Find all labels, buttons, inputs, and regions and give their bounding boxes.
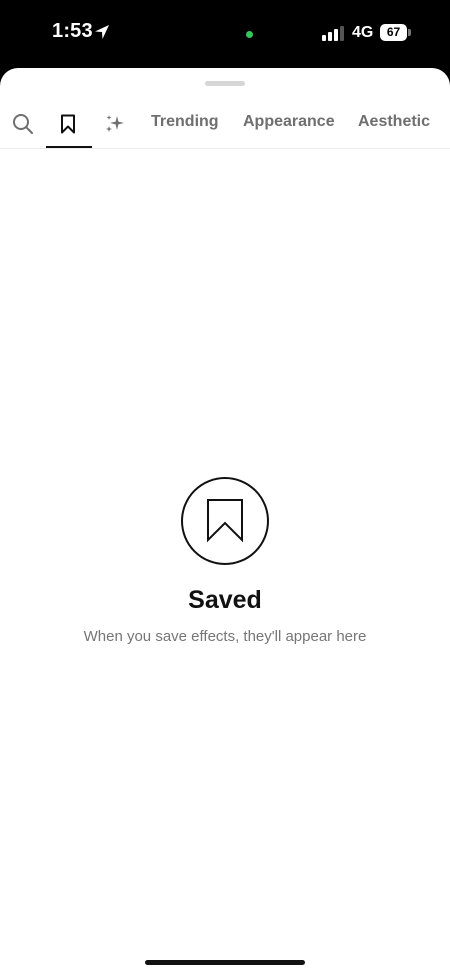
- sheet-grabber-handle[interactable]: [205, 81, 245, 86]
- network-type: 4G: [352, 24, 374, 41]
- bookmark-icon[interactable]: [56, 112, 80, 136]
- tab-aesthetic[interactable]: Aesthetic: [358, 113, 430, 131]
- battery-level: 67: [380, 24, 407, 41]
- location-arrow-icon: [95, 25, 109, 39]
- tab-trending[interactable]: Trending: [151, 113, 219, 131]
- status-bar: 1:53 4G 67: [0, 0, 450, 68]
- home-indicator[interactable]: [145, 960, 305, 965]
- battery-icon: 67: [380, 24, 411, 42]
- effects-sheet: Trending Appearance Aesthetic Saved When…: [0, 68, 450, 975]
- effects-tab-bar: Trending Appearance Aesthetic: [0, 100, 450, 149]
- status-time: 1:53: [52, 20, 93, 42]
- bookmark-icon: [181, 477, 269, 565]
- search-icon[interactable]: [11, 112, 35, 136]
- privacy-indicator-dot: [246, 31, 253, 38]
- sparkle-icon[interactable]: [103, 112, 127, 136]
- battery-cap: [408, 29, 411, 36]
- empty-state-subtitle: When you save effects, they'll appear he…: [83, 628, 367, 645]
- selected-tab-indicator: [46, 146, 92, 148]
- empty-state-title: Saved: [188, 586, 262, 614]
- tab-appearance[interactable]: Appearance: [243, 113, 335, 131]
- signal-bars-icon: [322, 26, 344, 41]
